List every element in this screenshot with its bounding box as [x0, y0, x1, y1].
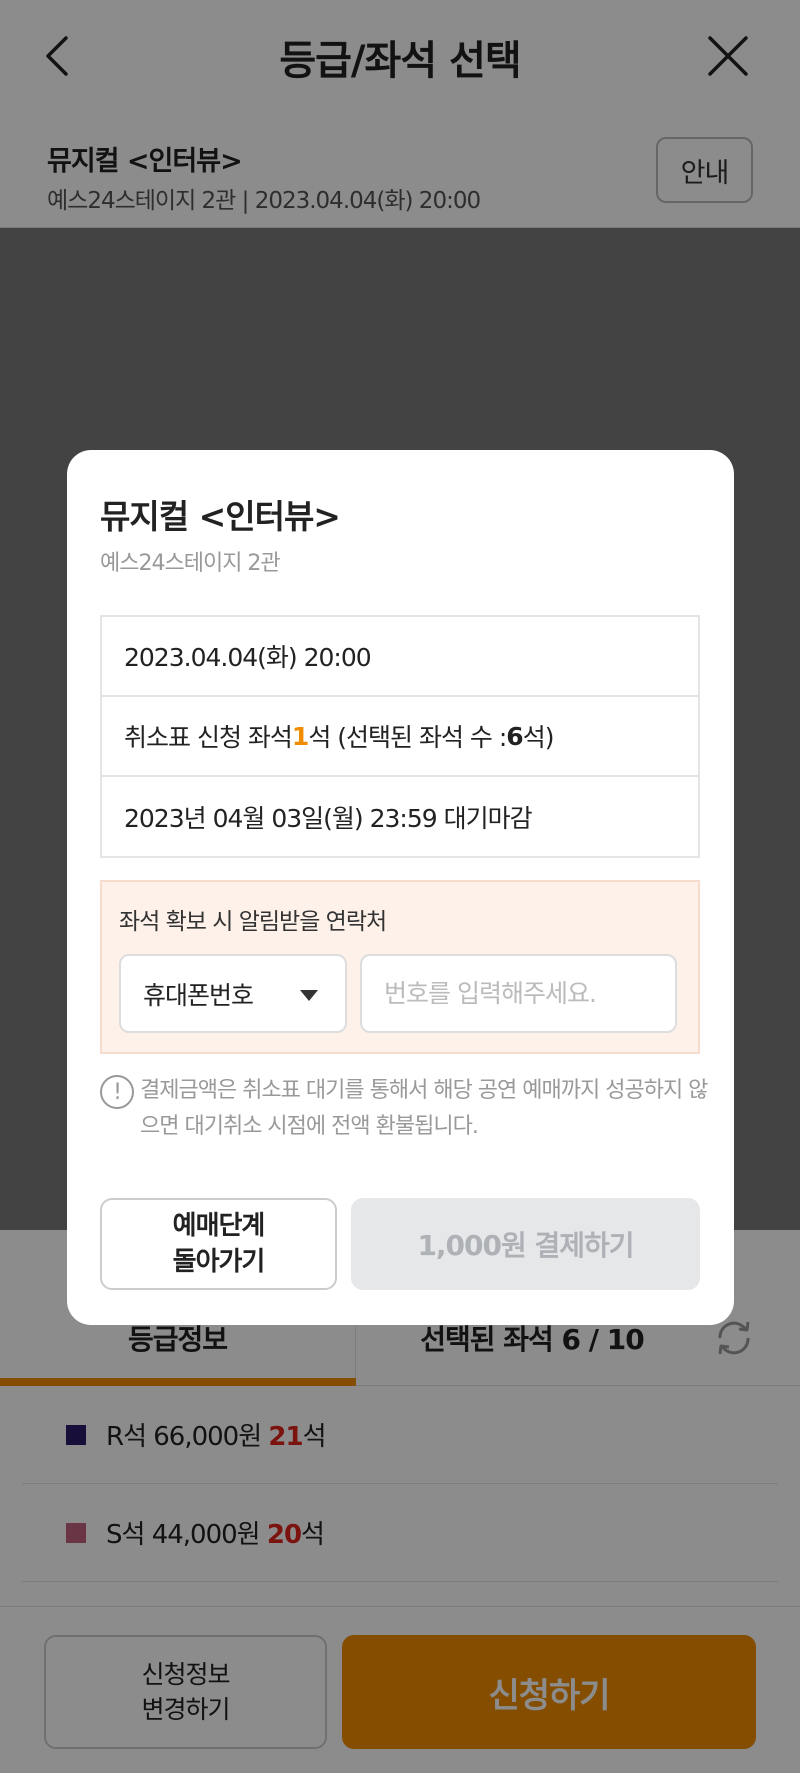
- notice-text: 결제금액은 취소표 대기를 통해서 해당 공연 예매까지 성공하지 않으면 대기…: [140, 1078, 708, 1139]
- cancellation-waitlist-modal: 뮤지컬 <인터뷰> 예스24스테이지 2관 2023.04.04(화) 20:0…: [67, 450, 734, 1325]
- contact-label: 좌석 확보 시 알림받을 연락처: [119, 909, 387, 935]
- modal-show-title: 뮤지컬 <인터뷰>: [100, 497, 341, 536]
- phone-number-input[interactable]: [360, 954, 677, 1033]
- performance-datetime: 2023.04.04(화) 20:00: [102, 617, 698, 697]
- contact-type-value: 휴대폰번호: [143, 980, 254, 1010]
- waitlist-deadline: 2023년 04월 03일(월) 23:59 대기마감: [124, 804, 533, 833]
- seat-request-summary: 취소표 신청 좌석 1석 (선택된 좌석 수 : 6 석): [102, 697, 698, 777]
- modal-venue: 예스24스테이지 2관: [100, 551, 281, 576]
- contact-type-select[interactable]: 휴대폰번호: [119, 954, 347, 1033]
- info-exclamation-icon: !: [100, 1075, 134, 1109]
- back-to-booking-button[interactable]: 예매단계 돌아가기: [100, 1198, 337, 1290]
- chevron-down-icon: [300, 990, 318, 1001]
- pay-button[interactable]: 1,000원 결제하기: [351, 1198, 700, 1290]
- booking-summary: 2023.04.04(화) 20:00 취소표 신청 좌석 1석 (선택된 좌석…: [100, 615, 700, 858]
- contact-section: 좌석 확보 시 알림받을 연락처 휴대폰번호: [100, 880, 700, 1054]
